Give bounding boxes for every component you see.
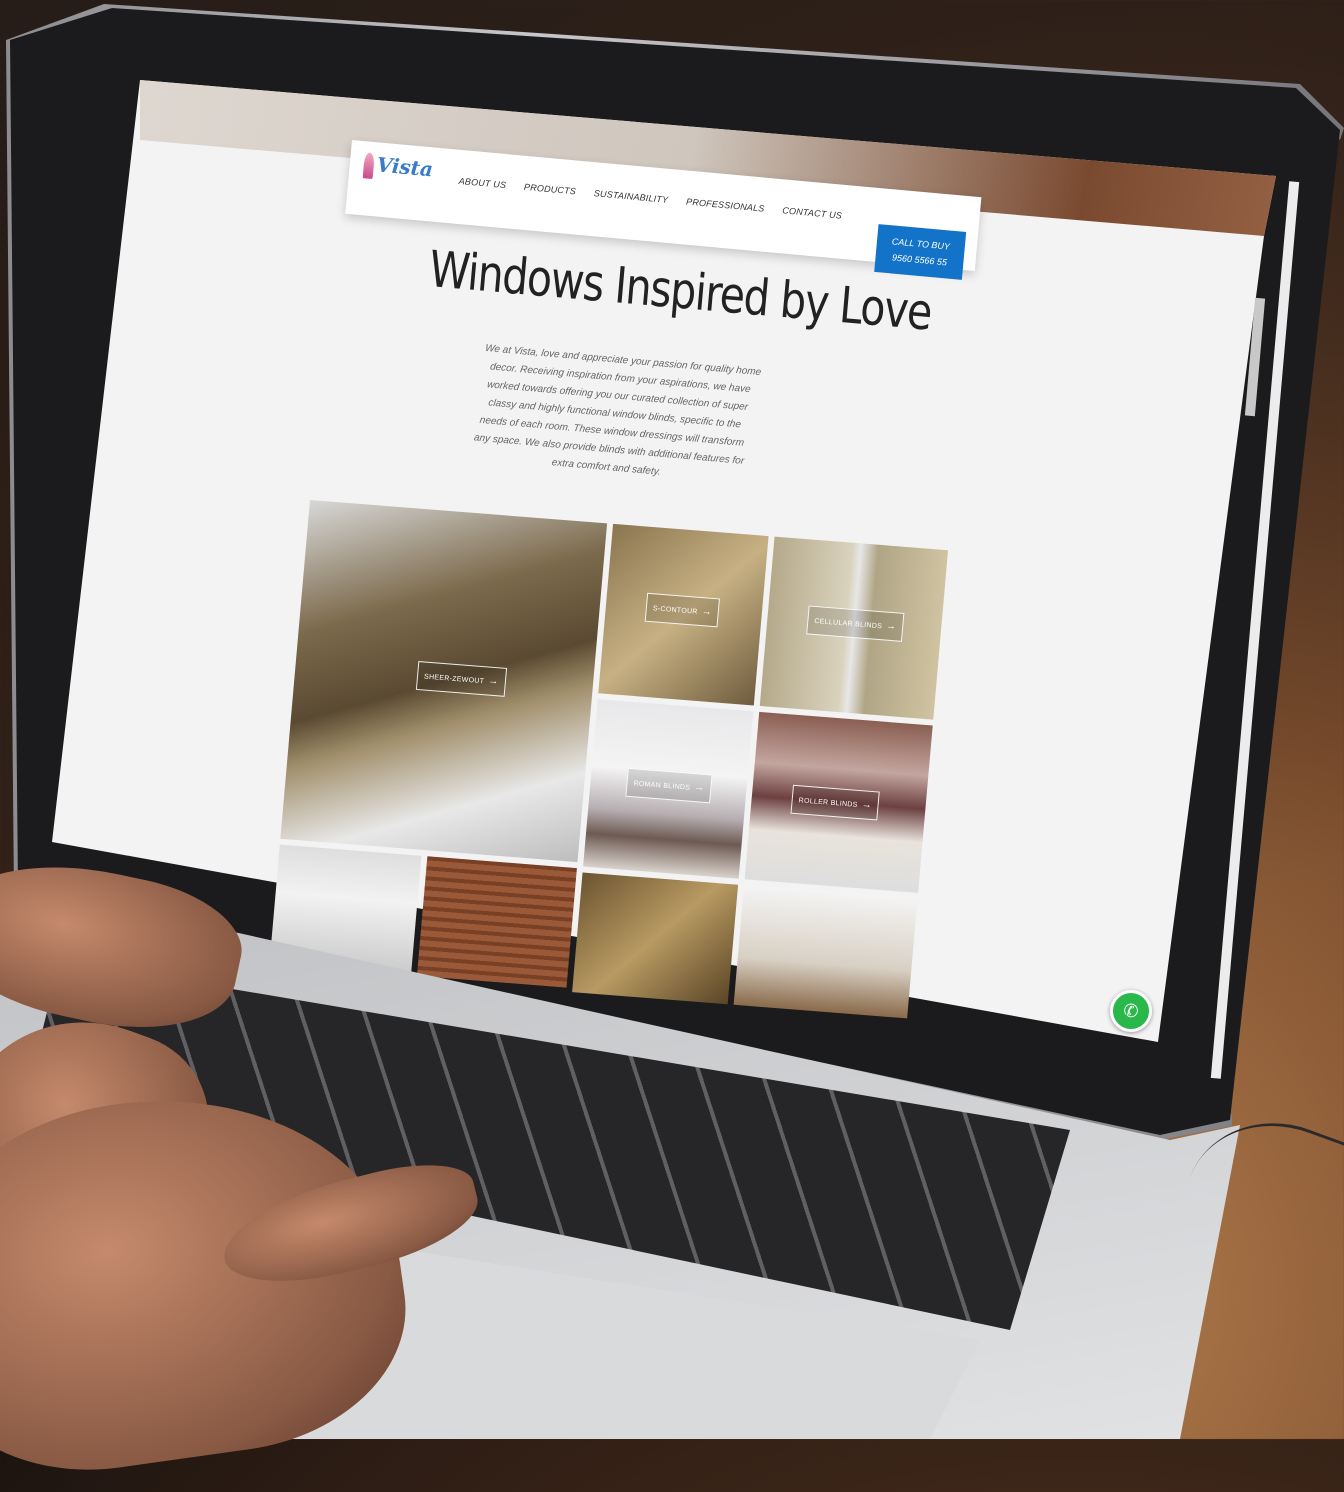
nav-contact-us[interactable]: CONTACT US [782,205,843,220]
tile-label: CELLULAR BLINDS [814,617,883,631]
arrow-right-icon: → [693,782,706,794]
intro-paragraph: We at Vista, love and appreciate your pa… [473,343,762,478]
arrow-right-icon: → [487,675,500,688]
arrow-right-icon: → [861,799,873,812]
whatsapp-icon[interactable]: ✆ [1110,990,1152,1032]
product-tile-roman[interactable]: ROMAN BLINDS → [583,699,754,879]
product-tile-cellular[interactable]: CELLULAR BLINDS → [759,536,949,720]
arrow-right-icon: → [885,620,897,633]
nav-products[interactable]: PRODUCTS [524,182,577,197]
product-tile-partial[interactable] [572,872,739,1005]
tile-button-roller[interactable]: ROLLER BLINDS → [790,784,881,821]
logo-figure-icon [362,151,375,179]
tile-label: ROMAN BLINDS [633,780,691,792]
logo-text: Vista [375,152,434,182]
arrow-right-icon: → [701,606,713,618]
tile-button-sheer[interactable]: SHEER-ZEWOUT → [415,660,507,697]
brand-logo[interactable]: Vista [362,151,434,184]
product-tile-sheer[interactable]: SHEER-ZEWOUT → [280,500,608,863]
tile-label: SHEER-ZEWOUT [423,673,485,686]
product-tile-s-contour[interactable]: S-CONTOUR → [598,523,769,706]
tile-button-s-contour[interactable]: S-CONTOUR → [644,592,721,628]
nav-professionals[interactable]: PROFESSIONALS [686,197,765,214]
tile-label: ROLLER BLINDS [798,797,858,809]
tile-label: S-CONTOUR [652,605,698,616]
product-tile-partial[interactable] [416,856,577,988]
tile-button-roman[interactable]: ROMAN BLINDS → [625,767,713,804]
tile-button-cellular[interactable]: CELLULAR BLINDS → [806,605,905,642]
call-to-buy-button[interactable]: CALL TO BUY 9560 5566 55 [874,224,967,280]
main-nav: ABOUT US PRODUCTS SUSTAINABILITY PROFESS… [458,176,842,221]
nav-sustainability[interactable]: SUSTAINABILITY [593,188,668,205]
nav-about-us[interactable]: ABOUT US [458,176,506,190]
product-tile-partial[interactable] [733,885,918,1019]
product-tile-roller[interactable]: ROLLER BLINDS → [744,711,933,893]
